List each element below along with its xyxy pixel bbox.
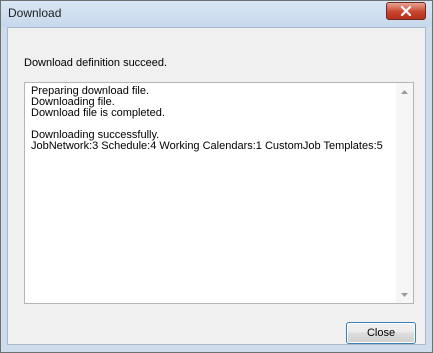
scroll-up-button[interactable] — [396, 83, 413, 100]
status-message: Download definition succeed. — [24, 57, 168, 69]
scroll-down-arrow-icon — [401, 292, 408, 297]
close-button[interactable]: Close — [346, 322, 416, 344]
log-text: Preparing download file. Downloading fil… — [31, 86, 393, 152]
scroll-down-button[interactable] — [396, 286, 413, 303]
window-close-button[interactable] — [386, 2, 426, 20]
log-textbox[interactable]: Preparing download file. Downloading fil… — [24, 82, 414, 304]
close-icon — [400, 6, 412, 16]
log-line: Download file is completed. — [31, 107, 165, 119]
vertical-scrollbar[interactable] — [396, 83, 413, 303]
log-line: JobNetwork:3 Schedule:4 Working Calendar… — [31, 140, 383, 152]
window-title: Download — [8, 6, 62, 20]
scroll-up-arrow-icon — [401, 89, 408, 94]
title-bar[interactable]: Download — [1, 1, 432, 27]
